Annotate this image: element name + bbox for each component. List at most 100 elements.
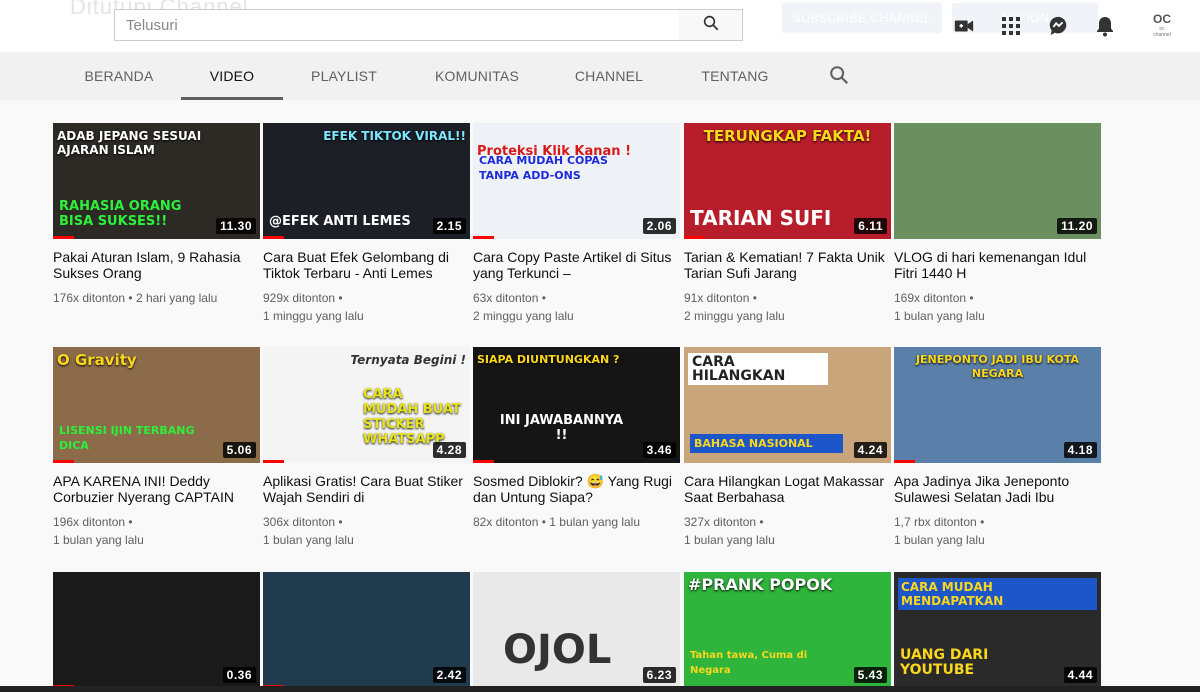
video-title[interactable]: Aplikasi Gratis! Cara Buat Stiker Wajah … (263, 473, 470, 505)
upload-age: 1 bulan yang lalu (53, 533, 144, 547)
video-title[interactable]: Cara Hilangkan Logat Makassar Saat Berba… (684, 473, 891, 505)
thumbnail-headline: O Gravity (57, 351, 137, 369)
video-card[interactable]: CARA MUDAH MENDAPATKAN UANG DARI YOUTUBE… (894, 572, 1101, 688)
video-title[interactable]: Tarian & Kematian! 7 Fakta Unik Tarian S… (684, 249, 891, 281)
view-count: 169x ditonton (894, 291, 967, 305)
tab-komunitas[interactable]: KOMUNITAS (420, 52, 534, 100)
video-title[interactable]: Sosmed Diblokir? 😅 Yang Rugi dan Untung … (473, 473, 680, 505)
duration-badge: 0.36 (222, 667, 256, 683)
duration-badge: 4.28 (432, 442, 466, 458)
channel-avatar[interactable]: OC oc channel (1150, 12, 1174, 38)
search-icon (702, 14, 720, 37)
video-title[interactable]: Pakai Aturan Islam, 9 Rahasia Sukses Ora… (53, 249, 260, 281)
video-card[interactable]: TERUNGKAP FAKTA! TARIAN SUFI 6.11 Tarian… (684, 123, 891, 325)
video-camera-icon[interactable] (952, 14, 976, 38)
video-card[interactable]: SIAPA DIUNTUNGKAN ? INI JAWABANNYA !! 3.… (473, 347, 680, 531)
video-card[interactable]: CARA HILANGKAN BAHASA NASIONAL 4.24 Cara… (684, 347, 891, 549)
video-meta: 82x ditonton • 1 bulan yang lalu (473, 515, 641, 529)
video-card[interactable]: OJOL 6.23 (473, 572, 680, 688)
video-card[interactable]: 11.20 VLOG di hari kemenangan Idul Fitri… (894, 123, 1101, 325)
search-input[interactable] (115, 10, 679, 40)
video-thumbnail[interactable]: SIAPA DIUNTUNGKAN ? INI JAWABANNYA !! 3.… (473, 347, 680, 463)
view-count: 929x ditonton (263, 291, 336, 305)
video-card[interactable]: 2.42 (263, 572, 470, 688)
upload-age: 1 bulan yang lalu (263, 533, 354, 547)
channel-tabs: BERANDA VIDEO PLAYLIST KOMUNITAS CHANNEL… (0, 52, 1200, 100)
video-thumbnail[interactable]: TERUNGKAP FAKTA! TARIAN SUFI 6.11 (684, 123, 891, 239)
watch-progress (263, 236, 284, 239)
video-thumbnail[interactable]: 11.20 (894, 123, 1101, 239)
video-thumbnail[interactable]: O Gravity LISENSI IJIN TERBANG DICA 5.06 (53, 347, 260, 463)
video-title[interactable]: Apa Jadinya Jika Jeneponto Sulawesi Sela… (894, 473, 1101, 505)
tab-video[interactable]: VIDEO (181, 52, 283, 100)
thumbnail-caption: @EFEK ANTI LEMES (269, 214, 411, 229)
tab-beranda[interactable]: BERANDA (60, 52, 178, 100)
video-card[interactable]: #PRANK POPOK Tahan tawa, Cuma di Negara … (684, 572, 891, 688)
video-meta: 306x ditonton • 1 bulan yang lalu (263, 513, 470, 549)
upload-age: 2 minggu yang lalu (473, 309, 574, 323)
thumbnail-headline: TERUNGKAP FAKTA! (703, 127, 872, 145)
tab-playlist[interactable]: PLAYLIST (294, 52, 394, 100)
messages-icon[interactable] (1046, 14, 1070, 38)
video-card[interactable]: EFEK TIKTOK VIRAL!! @EFEK ANTI LEMES 2.1… (263, 123, 470, 325)
video-thumbnail[interactable]: JENEPONTO JADI IBU KOTA NEGARA 4.18 (894, 347, 1101, 463)
thumbnail-headline: EFEK TIKTOK VIRAL!! (323, 129, 466, 143)
tab-tentang[interactable]: TENTANG (688, 52, 782, 100)
video-thumbnail[interactable]: ADAB JEPANG SESUAI AJARAN ISLAM RAHASIA … (53, 123, 260, 239)
search-button[interactable] (679, 9, 743, 41)
thumbnail-caption: CARA MUDAH COPAS TANPA ADD-ONS (479, 154, 608, 182)
video-meta: 91x ditonton • 2 minggu yang lalu (684, 289, 891, 325)
video-card[interactable]: JENEPONTO JADI IBU KOTA NEGARA 4.18 Apa … (894, 347, 1101, 549)
upload-age: 1 bulan yang lalu (549, 515, 641, 529)
watch-progress (473, 460, 494, 463)
view-count: 176x ditonton (53, 291, 126, 305)
video-card[interactable]: 0.36 (53, 572, 260, 688)
video-meta: 169x ditonton • 1 bulan yang lalu (894, 289, 1101, 325)
video-meta: 63x ditonton • 2 minggu yang lalu (473, 289, 680, 325)
thumbnail-headline: JENEPONTO JADI IBU KOTA NEGARA (915, 353, 1080, 380)
video-thumbnail[interactable]: #PRANK POPOK Tahan tawa, Cuma di Negara … (684, 572, 891, 688)
video-thumbnail[interactable]: Proteksi Klik Kanan ! CARA MUDAH COPAS T… (473, 123, 680, 239)
video-thumbnail[interactable]: CARA HILANGKAN BAHASA NASIONAL 4.24 (684, 347, 891, 463)
upload-age: 1 bulan yang lalu (894, 533, 985, 547)
thumbnail-headline: CARA MUDAH MENDAPATKAN (898, 578, 1097, 610)
video-thumbnail[interactable]: EFEK TIKTOK VIRAL!! @EFEK ANTI LEMES 2.1… (263, 123, 470, 239)
thumbnail-caption: INI JAWABANNYA !! (499, 413, 624, 443)
video-card[interactable]: Ternyata Begini ! CARA MUDAH BUAT STICKE… (263, 347, 470, 549)
video-meta: 327x ditonton • 1 bulan yang lalu (684, 513, 891, 549)
duration-badge: 3.46 (642, 442, 676, 458)
duration-badge: 11.30 (216, 218, 256, 234)
video-thumbnail[interactable]: 0.36 (53, 572, 260, 688)
video-card[interactable]: O Gravity LISENSI IJIN TERBANG DICA 5.06… (53, 347, 260, 549)
duration-badge: 6.11 (854, 218, 887, 234)
subscribe-button[interactable]: SUBSCRIBE CHANNEL (782, 3, 942, 33)
view-count: 196x ditonton (53, 515, 126, 529)
bell-icon[interactable] (1093, 14, 1117, 38)
duration-badge: 4.44 (1063, 667, 1097, 683)
duration-badge: 6.23 (642, 667, 676, 683)
channel-search-icon[interactable] (828, 64, 852, 88)
duration-badge: 2.06 (642, 218, 676, 234)
watch-progress (684, 236, 705, 239)
video-title[interactable]: APA KARENA INI! Deddy Corbuzier Nyerang … (53, 473, 260, 505)
view-count: 91x ditonton (684, 291, 750, 305)
video-thumbnail[interactable]: Ternyata Begini ! CARA MUDAH BUAT STICKE… (263, 347, 470, 463)
view-count: 327x ditonton (684, 515, 757, 529)
watch-progress (53, 236, 74, 239)
video-thumbnail[interactable]: OJOL 6.23 (473, 572, 680, 688)
thumbnail-headline: SIAPA DIUNTUNGKAN ? (477, 353, 620, 366)
thumbnail-caption: TARIAN SUFI (690, 206, 832, 230)
video-thumbnail[interactable]: 2.42 (263, 572, 470, 688)
tab-channel[interactable]: CHANNEL (560, 52, 658, 100)
apps-grid-icon[interactable] (999, 14, 1023, 38)
duration-badge: 5.43 (853, 667, 887, 683)
video-title[interactable]: Cara Buat Efek Gelombang di Tiktok Terba… (263, 249, 470, 281)
view-count: 63x ditonton (473, 291, 539, 305)
video-card[interactable]: ADAB JEPANG SESUAI AJARAN ISLAM RAHASIA … (53, 123, 260, 307)
video-thumbnail[interactable]: CARA MUDAH MENDAPATKAN UANG DARI YOUTUBE… (894, 572, 1101, 688)
video-title[interactable]: VLOG di hari kemenangan Idul Fitri 1440 … (894, 249, 1101, 281)
video-title[interactable]: Cara Copy Paste Artikel di Situs yang Te… (473, 249, 680, 281)
thumbnail-caption: Tahan tawa, Cuma di Negara (690, 650, 808, 676)
video-card[interactable]: Proteksi Klik Kanan ! CARA MUDAH COPAS T… (473, 123, 680, 325)
view-count: 1,7 rbx ditonton (894, 515, 977, 529)
